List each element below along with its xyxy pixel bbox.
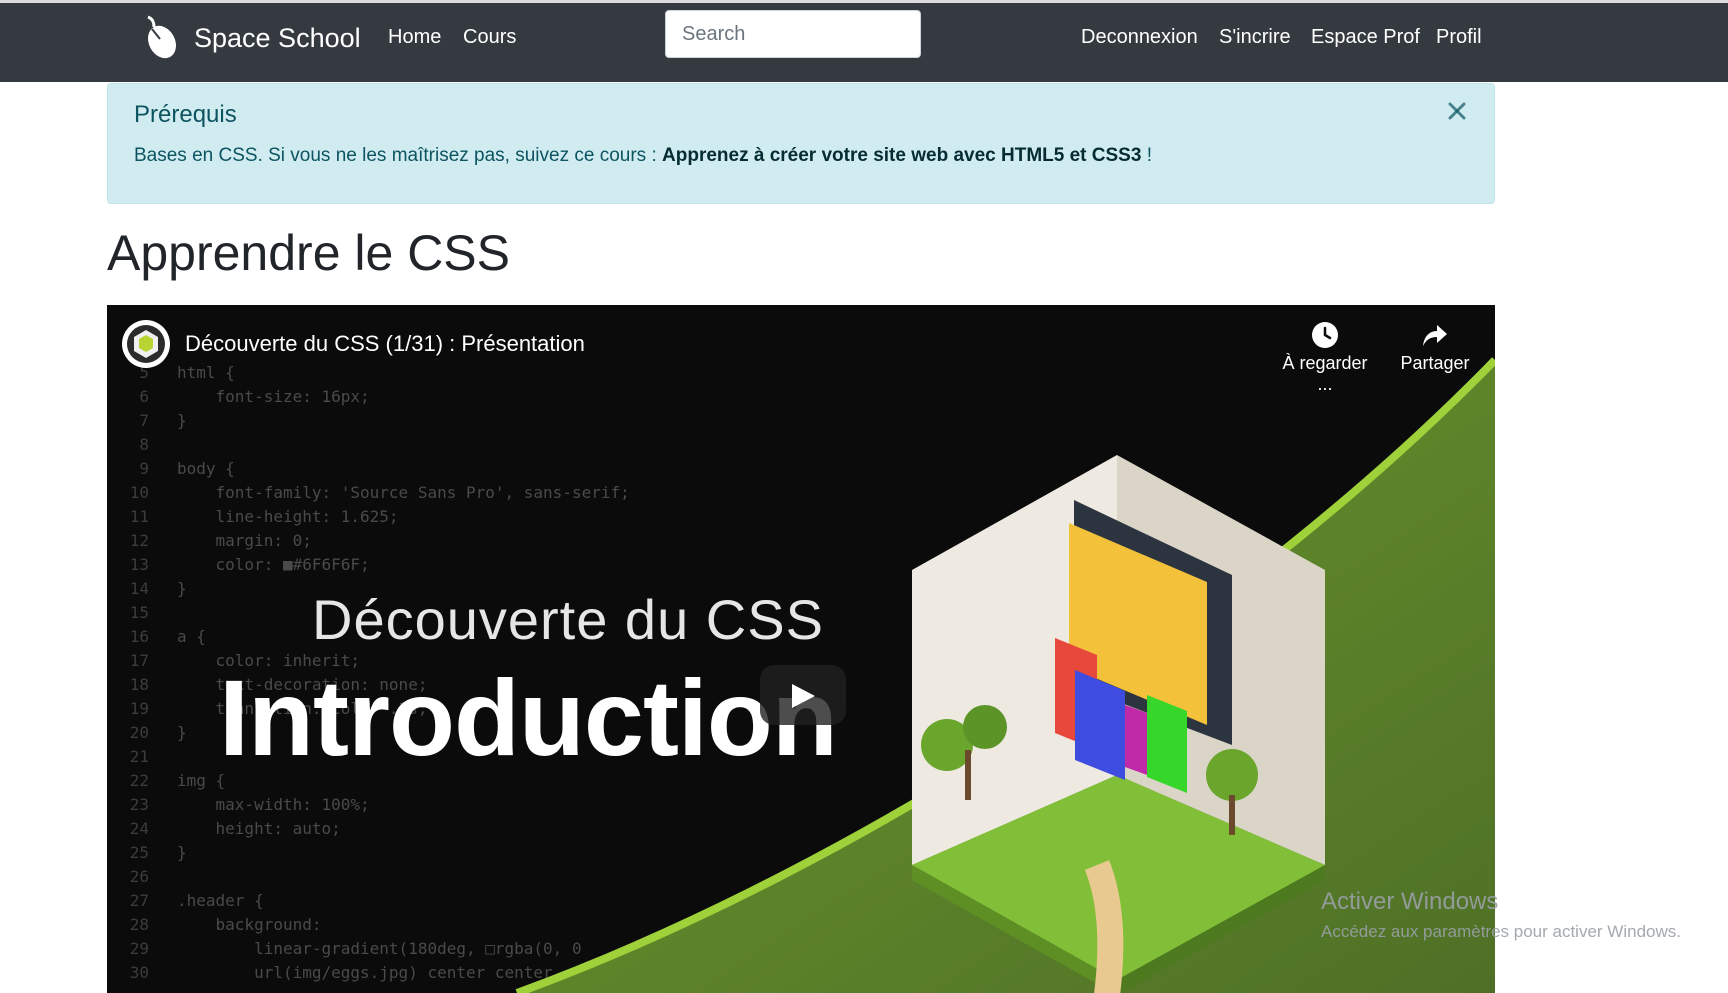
nav-espace-prof[interactable]: Espace Prof (1311, 24, 1420, 50)
navbar: Space School Home Cours Deconnexion S'in… (0, 3, 1728, 82)
windows-activation-title: Activer Windows (1321, 888, 1499, 915)
video-player[interactable]: 5 html {6 font-size: 16px; 7} 8 9 body {10 fo… (107, 305, 1495, 993)
nav-sinscrire[interactable]: S'incrire (1219, 24, 1291, 50)
brand-name: Space School (194, 22, 361, 53)
share-button[interactable]: Partager (1395, 321, 1475, 374)
share-icon (1423, 325, 1447, 346)
watch-later-label: À regarder ... (1282, 353, 1368, 394)
nav-cours[interactable]: Cours (463, 24, 516, 50)
alert-title: Prérequis (134, 101, 237, 128)
thumbnail-main-title: Introduction (219, 657, 838, 778)
close-icon[interactable] (1446, 100, 1468, 122)
alert-body: Bases en CSS. Si vous ne les maîtrisez p… (134, 145, 1152, 167)
video-title[interactable]: Découverte du CSS (1/31) : Présentation (185, 331, 585, 357)
nav-profil[interactable]: Profil (1436, 24, 1482, 50)
nav-home[interactable]: Home (388, 24, 441, 50)
windows-activation-text: Accédez aux paramètres pour activer Wind… (1321, 922, 1681, 941)
alert-text-end: ! (1141, 145, 1152, 166)
search-input[interactable] (665, 10, 921, 58)
prerequisites-alert: Prérequis Bases en CSS. Si vous ne les m… (107, 83, 1495, 204)
clock-icon (1312, 322, 1338, 348)
share-label: Partager (1400, 353, 1470, 373)
page-title: Apprendre le CSS (107, 225, 511, 281)
watch-later-button[interactable]: À regarder ... (1275, 321, 1375, 395)
brand[interactable]: Space School (140, 15, 361, 61)
alert-text: Bases en CSS. Si vous ne les maîtrisez p… (134, 145, 663, 166)
course-link[interactable]: Apprenez à créer votre site web avec HTM… (662, 145, 1141, 166)
nav-deconnexion[interactable]: Deconnexion (1081, 24, 1198, 50)
play-button[interactable] (760, 665, 846, 725)
thumbnail-subtitle: Découverte du CSS (312, 588, 824, 651)
play-icon (792, 684, 815, 708)
mouse-logo-icon (147, 15, 176, 59)
channel-logo-icon[interactable] (121, 319, 171, 369)
